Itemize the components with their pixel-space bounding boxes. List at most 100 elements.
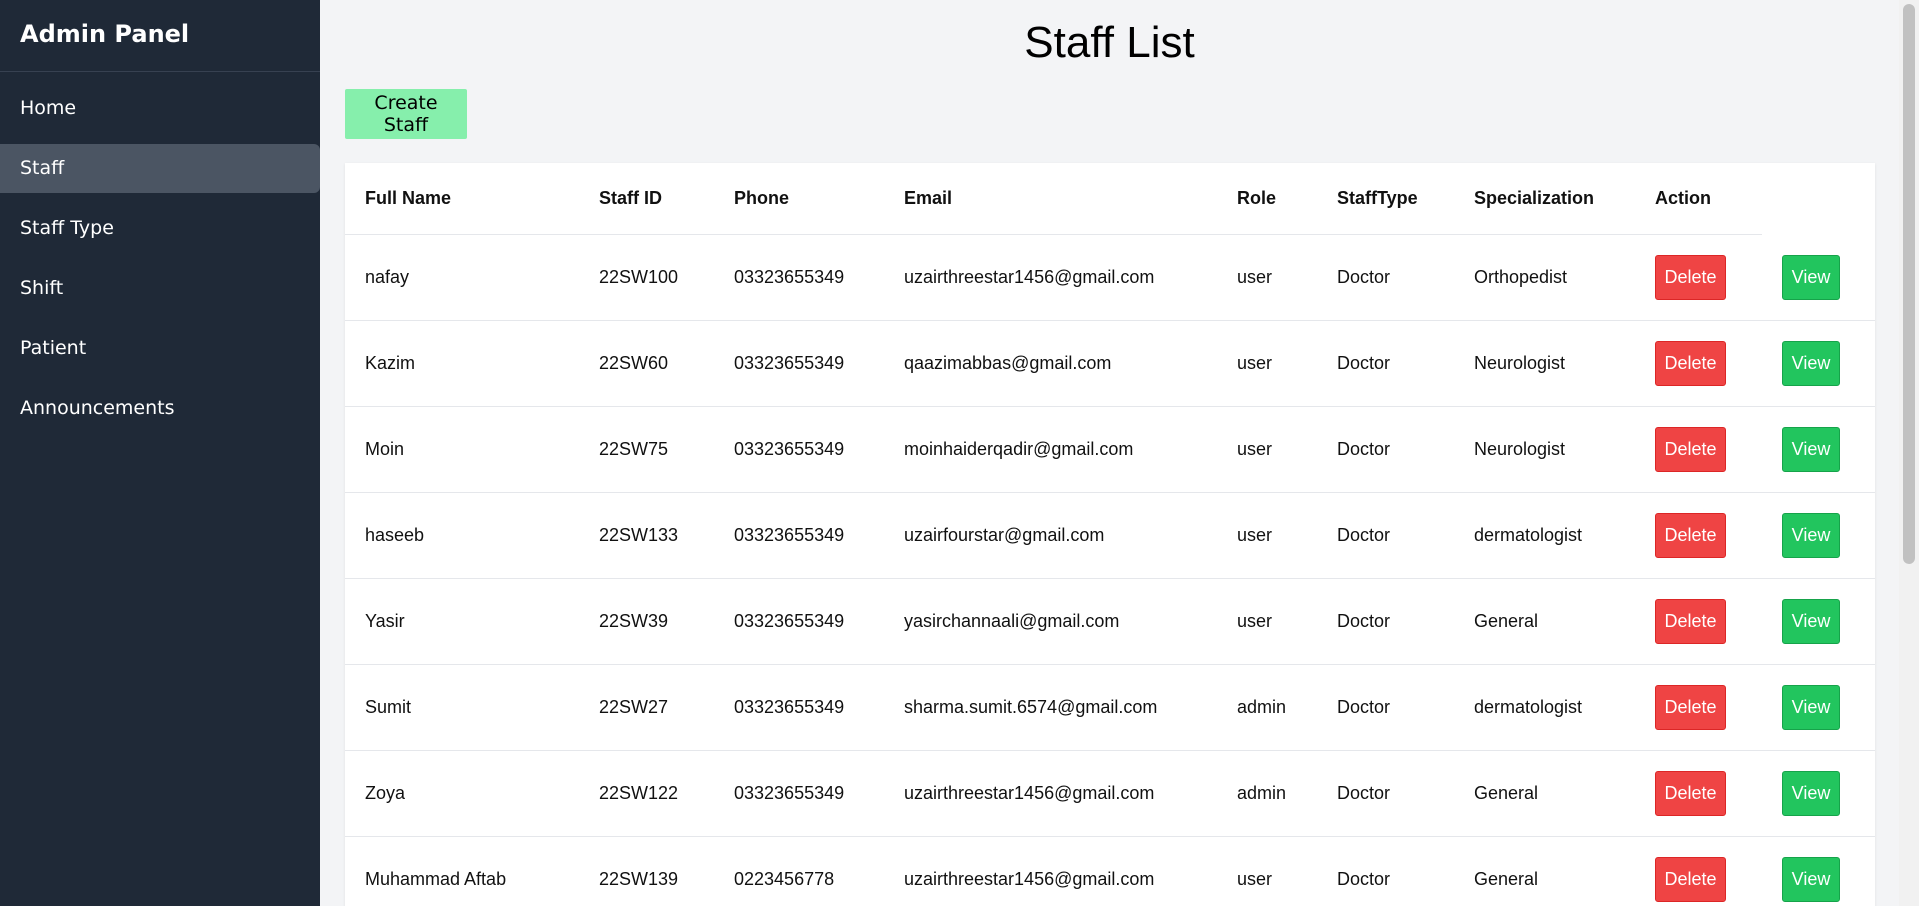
table-row: Kazim 22SW60 03323655349 qaazimabbas@gmail.… — [345, 320, 1875, 407]
cell-delete-action: Delete — [1635, 750, 1762, 837]
sidebar-item-shift[interactable]: Shift — [0, 264, 320, 313]
cell-view-action: View — [1762, 492, 1875, 579]
cell-view-action: View — [1762, 750, 1875, 837]
delete-button[interactable]: Delete — [1655, 341, 1726, 386]
view-button[interactable]: View — [1782, 254, 1840, 300]
staff-table: Full Name Staff ID Phone Email Role Staf… — [345, 163, 1875, 906]
view-button[interactable]: View — [1782, 685, 1840, 730]
scrollbar-thumb[interactable] — [1903, 4, 1915, 564]
sidebar-item-patient[interactable]: Patient — [0, 324, 320, 373]
column-header-email: Email — [884, 163, 1217, 235]
main-content: Staff List Create Staff Full Name Staff … — [320, 0, 1899, 906]
cell-staff-type: Doctor — [1317, 836, 1454, 906]
cell-specialization: General — [1454, 836, 1635, 906]
staff-table-card: Full Name Staff ID Phone Email Role Staf… — [345, 163, 1875, 906]
cell-staff-type: Doctor — [1317, 234, 1454, 321]
cell-specialization: General — [1454, 578, 1635, 665]
cell-email: uzairfourstar@gmail.com — [884, 492, 1217, 579]
cell-phone: 03323655349 — [714, 492, 884, 579]
cell-full-name: Sumit — [345, 664, 579, 751]
cell-staff-type: Doctor — [1317, 664, 1454, 751]
delete-button[interactable]: Delete — [1655, 427, 1726, 472]
cell-staff-id: 22SW75 — [579, 406, 714, 493]
cell-staff-id: 22SW139 — [579, 836, 714, 906]
column-header-action: Action — [1635, 163, 1762, 235]
view-button[interactable]: View — [1782, 427, 1840, 472]
page-scrollbar[interactable] — [1899, 0, 1919, 906]
column-header-role: Role — [1217, 163, 1317, 235]
cell-specialization: Neurologist — [1454, 406, 1635, 493]
view-button[interactable]: View — [1782, 513, 1840, 558]
table-row: Yasir 22SW39 03323655349 yasirchannaali@gma… — [345, 578, 1875, 665]
cell-email: uzairthreestar1456@gmail.com — [884, 234, 1217, 321]
cell-email: uzairthreestar1456@gmail.com — [884, 836, 1217, 906]
cell-phone: 03323655349 — [714, 578, 884, 665]
cell-staff-id: 22SW60 — [579, 320, 714, 407]
column-header-phone: Phone — [714, 163, 884, 235]
create-staff-button[interactable]: Create Staff — [345, 89, 467, 139]
cell-staff-id: 22SW100 — [579, 234, 714, 321]
cell-full-name: nafay — [345, 234, 579, 321]
table-header-row: Full Name Staff ID Phone Email Role Staf… — [345, 163, 1875, 235]
table-row: Zoya 22SW122 03323655349 uzairthreestar1456… — [345, 750, 1875, 837]
table-row: Moin 22SW75 03323655349 moinhaiderqadir@gma… — [345, 406, 1875, 493]
table-row: haseeb 22SW133 03323655349 uzairfourstar@gm… — [345, 492, 1875, 579]
cell-delete-action: Delete — [1635, 406, 1762, 493]
column-header-staff-type: StaffType — [1317, 163, 1454, 235]
cell-phone: 03323655349 — [714, 406, 884, 493]
view-button[interactable]: View — [1782, 599, 1840, 644]
cell-full-name: haseeb — [345, 492, 579, 579]
cell-role: user — [1217, 234, 1317, 321]
sidebar-title: Admin Panel — [0, 0, 320, 72]
cell-specialization: Neurologist — [1454, 320, 1635, 407]
cell-delete-action: Delete — [1635, 836, 1762, 906]
cell-phone: 03323655349 — [714, 234, 884, 321]
cell-view-action: View — [1762, 578, 1875, 665]
cell-phone: 03323655349 — [714, 664, 884, 751]
view-button[interactable]: View — [1782, 857, 1840, 902]
cell-phone: 03323655349 — [714, 320, 884, 407]
view-button[interactable]: View — [1782, 771, 1840, 816]
column-header-specialization: Specialization — [1454, 163, 1635, 235]
column-header-full-name: Full Name — [345, 163, 579, 235]
cell-staff-type: Doctor — [1317, 320, 1454, 407]
cell-staff-id: 22SW122 — [579, 750, 714, 837]
cell-full-name: Yasir — [345, 578, 579, 665]
cell-staff-type: Doctor — [1317, 492, 1454, 579]
cell-delete-action: Delete — [1635, 234, 1762, 321]
delete-button[interactable]: Delete — [1655, 255, 1726, 300]
cell-delete-action: Delete — [1635, 664, 1762, 751]
column-header-blank — [1762, 163, 1875, 235]
cell-specialization: dermatologist — [1454, 492, 1635, 579]
column-header-staff-id: Staff ID — [579, 163, 714, 235]
sidebar-item-announcements[interactable]: Announcements — [0, 384, 320, 433]
delete-button[interactable]: Delete — [1655, 685, 1726, 730]
cell-email: moinhaiderqadir@gmail.com — [884, 406, 1217, 493]
cell-staff-type: Doctor — [1317, 406, 1454, 493]
delete-button[interactable]: Delete — [1655, 857, 1726, 902]
sidebar-item-staff[interactable]: Staff — [0, 144, 320, 193]
cell-view-action: View — [1762, 406, 1875, 493]
cell-role: admin — [1217, 750, 1317, 837]
sidebar-item-staff-type[interactable]: Staff Type — [0, 204, 320, 253]
delete-button[interactable]: Delete — [1655, 771, 1726, 816]
cell-role: user — [1217, 320, 1317, 407]
cell-email: qaazimabbas@gmail.com — [884, 320, 1217, 407]
cell-full-name: Moin — [345, 406, 579, 493]
delete-button[interactable]: Delete — [1655, 513, 1726, 558]
cell-staff-id: 22SW133 — [579, 492, 714, 579]
table-row: nafay 22SW100 03323655349 uzairthreestar145… — [345, 234, 1875, 321]
staff-table-body: nafay 22SW100 03323655349 uzairthreestar145… — [345, 234, 1875, 906]
cell-view-action: View — [1762, 664, 1875, 751]
cell-staff-type: Doctor — [1317, 750, 1454, 837]
sidebar-item-home[interactable]: Home — [0, 84, 320, 133]
table-row: Sumit 22SW27 03323655349 sharma.sumit.6574@… — [345, 664, 1875, 751]
sidebar-nav: Home Staff Staff Type Shift Patient Anno… — [0, 84, 320, 433]
cell-role: admin — [1217, 664, 1317, 751]
cell-email: uzairthreestar1456@gmail.com — [884, 750, 1217, 837]
table-row: Muhammad Aftab 22SW139 0223456778 uzairthre… — [345, 836, 1875, 906]
delete-button[interactable]: Delete — [1655, 599, 1726, 644]
view-button[interactable]: View — [1782, 341, 1840, 386]
cell-view-action: View — [1762, 836, 1875, 906]
cell-delete-action: Delete — [1635, 578, 1762, 665]
